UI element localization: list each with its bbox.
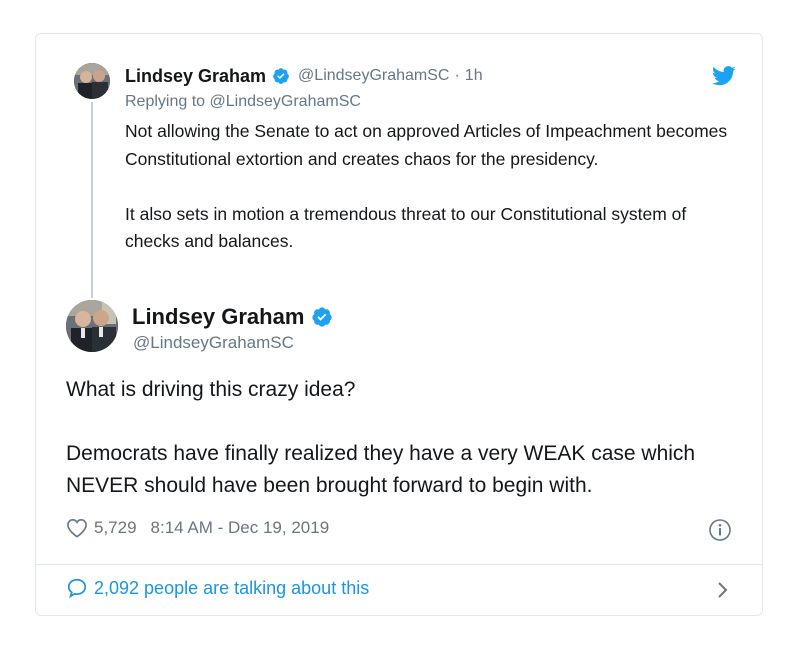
tweet-embed-card: Lindsey Graham @LindseyGrahamSC · 1h Rep… xyxy=(35,33,763,616)
verified-badge-icon xyxy=(312,307,333,327)
chevron-right-icon[interactable] xyxy=(716,580,730,600)
parent-author-name[interactable]: Lindsey Graham xyxy=(125,66,266,87)
main-tweet-header: Lindsey Graham xyxy=(132,304,333,330)
parent-tweet-paragraph: It also sets in motion a tremendous thre… xyxy=(125,203,687,252)
parent-author-handle[interactable]: @LindseyGrahamSC xyxy=(298,67,449,85)
main-author-handle[interactable]: @LindseyGrahamSC xyxy=(133,333,294,353)
replying-handle-link[interactable]: @LindseyGrahamSC xyxy=(210,93,361,110)
main-tweet-paragraph: What is driving this crazy idea? xyxy=(66,378,356,401)
main-tweet-text: What is driving this crazy idea? Democra… xyxy=(66,374,746,502)
replying-to-line: Replying to @LindseyGrahamSC xyxy=(125,93,361,111)
main-author-avatar[interactable] xyxy=(66,300,118,352)
parent-tweet-time[interactable]: 1h xyxy=(465,67,483,85)
replying-label: Replying to xyxy=(125,93,206,110)
conversation-link-text[interactable]: 2,092 people are talking about this xyxy=(94,578,369,599)
tweet-meta-row: 5,729 8:14 AM - Dec 19, 2019 xyxy=(66,518,329,538)
verified-badge-icon xyxy=(273,68,289,84)
thread-connector-line xyxy=(91,102,93,298)
parent-tweet-paragraph: Not allowing the Senate to act on approv… xyxy=(125,121,728,169)
main-tweet-paragraph: Democrats have finally realized they hav… xyxy=(66,442,696,497)
conversation-link[interactable]: 2,092 people are talking about this xyxy=(66,577,369,599)
header-separator: · xyxy=(454,67,460,84)
parent-author-avatar[interactable] xyxy=(74,63,110,99)
parent-tweet-text: Not allowing the Senate to act on approv… xyxy=(125,118,745,256)
like-count[interactable]: 5,729 xyxy=(94,518,137,538)
parent-tweet-header: Lindsey Graham @LindseyGrahamSC · 1h xyxy=(125,64,483,88)
main-author-name[interactable]: Lindsey Graham xyxy=(132,304,304,330)
heart-icon[interactable] xyxy=(66,518,88,538)
speech-bubble-icon xyxy=(67,578,87,599)
twitter-bird-icon[interactable] xyxy=(712,66,736,86)
info-icon[interactable] xyxy=(708,518,732,542)
footer-divider xyxy=(36,564,762,565)
tweet-timestamp[interactable]: 8:14 AM - Dec 19, 2019 xyxy=(151,518,330,538)
